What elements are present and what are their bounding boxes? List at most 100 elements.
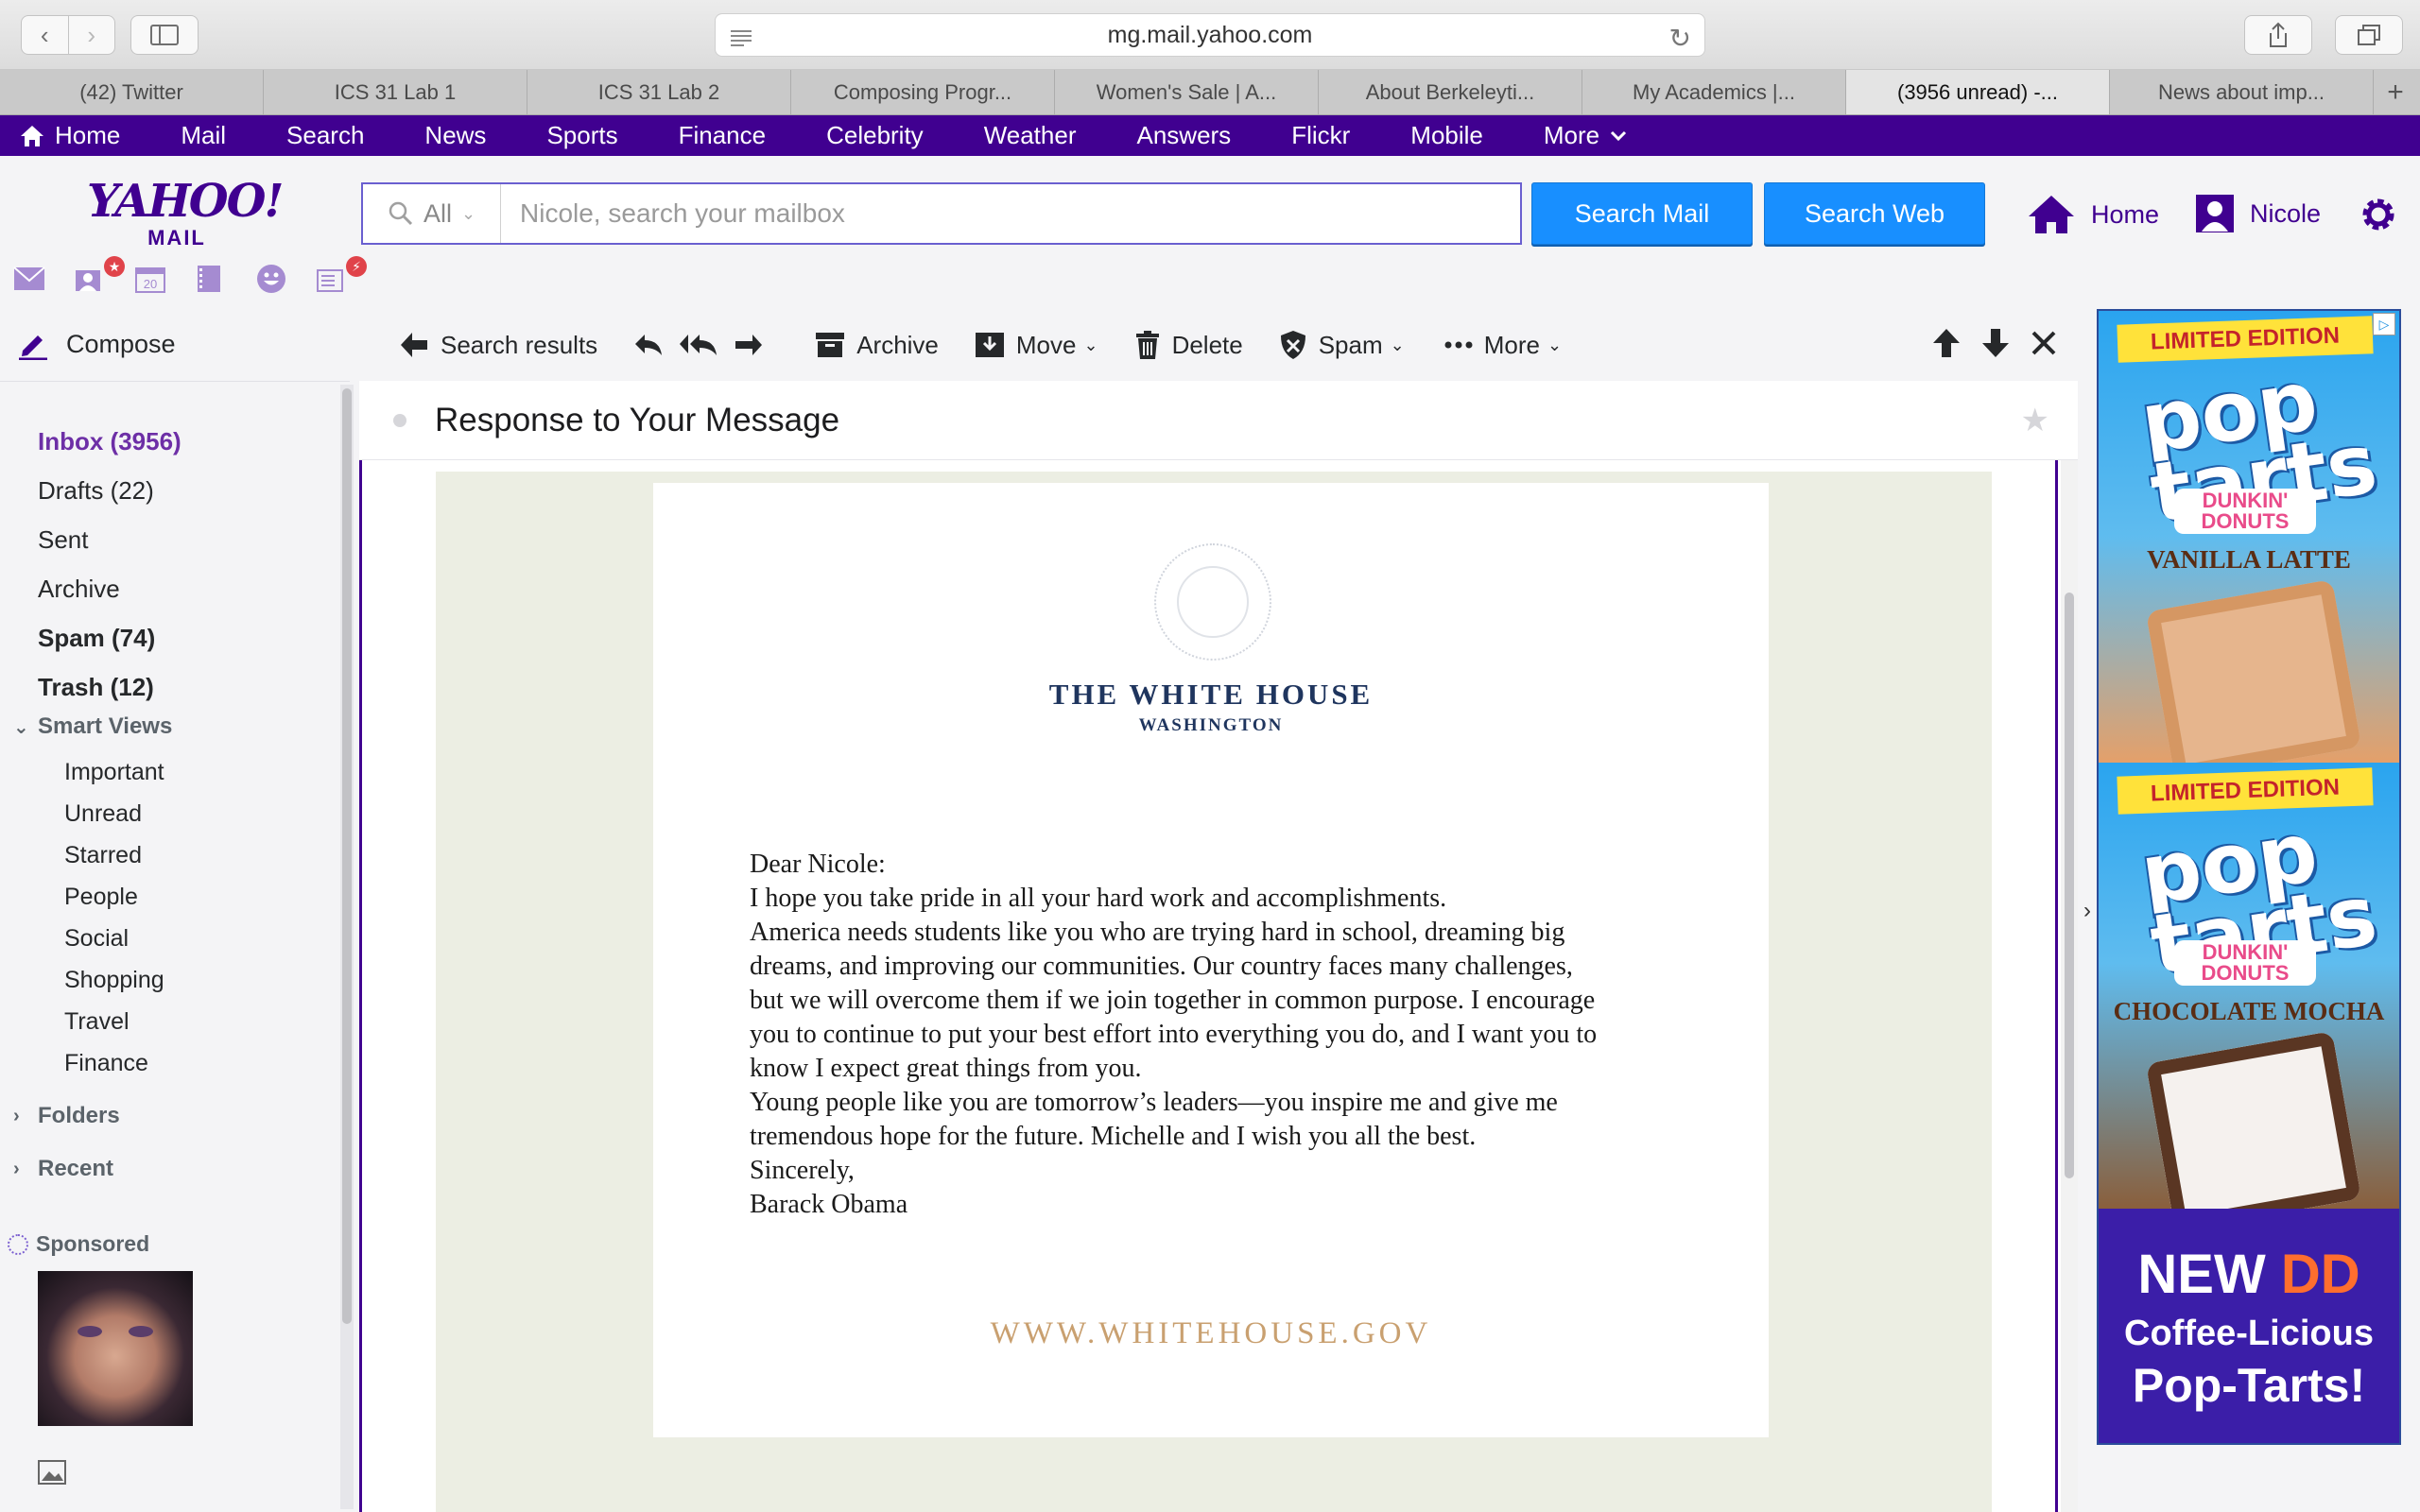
home-icon [21, 125, 43, 146]
show-tabs-icon[interactable] [2335, 15, 2403, 55]
search-box: All ⌄ [361, 182, 1522, 245]
reload-icon[interactable]: ↻ [1669, 23, 1691, 54]
smart-view-unread[interactable]: Unread [64, 793, 164, 834]
archive-button[interactable]: Archive [815, 331, 939, 360]
move-icon [975, 333, 1004, 357]
search-mail-button[interactable]: Search Mail [1531, 182, 1753, 245]
header-home-link[interactable]: Home [2027, 194, 2159, 235]
search-web-button[interactable]: Search Web [1764, 182, 1985, 245]
nav-celebrity[interactable]: Celebrity [826, 121, 924, 150]
search-input[interactable] [501, 198, 1520, 229]
smart-views-toggle[interactable]: ⌄ Smart Views [13, 713, 172, 740]
nav-answers[interactable]: Answers [1136, 121, 1231, 150]
folder-inbox[interactable]: Inbox (3956) [38, 417, 340, 466]
letter-line: I hope you take pride in all your hard w… [750, 884, 1447, 913]
ad-partner-line: DONUTS [2201, 961, 2290, 985]
nav-sports[interactable]: Sports [546, 121, 617, 150]
more-dropdown[interactable]: More ⌄ [1444, 331, 1562, 360]
message-nav-controls [1932, 328, 2057, 358]
arrow-up-icon[interactable] [1932, 328, 1961, 358]
tab-ics31-lab2[interactable]: ICS 31 Lab 2 [527, 70, 791, 114]
new-tab-button[interactable]: + [2374, 70, 2417, 114]
tab-berkeleytime[interactable]: About Berkeleyti... [1319, 70, 1582, 114]
notification-badge: ⚡ [346, 256, 367, 277]
scrollbar-thumb[interactable] [342, 388, 352, 1324]
folder-sent[interactable]: Sent [38, 515, 340, 564]
contacts-app-icon[interactable]: ★ [74, 256, 134, 300]
home-icon [2029, 196, 2074, 233]
folder-spam[interactable]: Spam (74) [38, 613, 340, 662]
delete-label: Delete [1171, 330, 1243, 359]
tab-composing[interactable]: Composing Progr... [791, 70, 1055, 114]
nav-finance[interactable]: Finance [679, 121, 767, 150]
adchoices-icon[interactable]: ▷ [2373, 313, 2395, 335]
nav-flickr[interactable]: Flickr [1291, 121, 1350, 150]
spam-dropdown[interactable]: Spam ⌄ [1279, 330, 1405, 360]
smart-view-people[interactable]: People [64, 876, 164, 918]
back-to-search-results[interactable]: Search results [399, 331, 597, 360]
tab-news[interactable]: News about imp... [2110, 70, 2374, 114]
sidebar-scrollbar[interactable] [340, 385, 354, 1509]
ad-banner-text: LIMITED EDITION [2117, 767, 2374, 815]
tab-womens-sale[interactable]: Women's Sale | A... [1055, 70, 1319, 114]
nav-more[interactable]: More [1544, 121, 1628, 150]
nav-news[interactable]: News [424, 121, 486, 150]
yahoo-mail-logo[interactable]: YAHOO! MAIL [87, 179, 284, 250]
tab-yahoo-mail[interactable]: (3956 unread) -... [1846, 70, 2110, 114]
advertisement[interactable]: LIMITED EDITION pop tarts DUNKIN' DONUTS V… [2097, 309, 2401, 1445]
smart-view-social[interactable]: Social [64, 918, 164, 959]
message-scrollbar[interactable] [2061, 460, 2078, 1512]
calendar-app-icon[interactable]: 20 [134, 258, 195, 300]
folder-archive[interactable]: Archive [38, 564, 340, 613]
reader-icon[interactable] [729, 26, 753, 54]
share-icon[interactable] [2244, 15, 2312, 55]
letter-line: dreams, and improving our communities. O… [750, 952, 1573, 981]
back-icon[interactable]: ‹ [22, 16, 68, 54]
ad-panel: LIMITED EDITION pop tarts DUNKIN' DONUTS C… [2099, 763, 2399, 1231]
folder-trash[interactable]: Trash (12) [38, 662, 340, 712]
forward-button[interactable] [734, 333, 775, 357]
folder-drafts[interactable]: Drafts (22) [38, 466, 340, 515]
smart-view-travel[interactable]: Travel [64, 1001, 164, 1042]
mail-app-icon[interactable] [13, 258, 74, 300]
nav-mobile[interactable]: Mobile [1410, 121, 1483, 150]
read-status-dot[interactable] [393, 413, 406, 427]
delete-button[interactable]: Delete [1134, 330, 1243, 360]
smart-view-finance[interactable]: Finance [64, 1042, 164, 1084]
move-dropdown[interactable]: Move ⌄ [975, 331, 1098, 360]
smart-view-shopping[interactable]: Shopping [64, 959, 164, 1001]
reply-button[interactable] [633, 333, 675, 357]
smart-view-starred[interactable]: Starred [64, 834, 164, 876]
image-icon[interactable] [38, 1460, 66, 1489]
tab-my-academics[interactable]: My Academics |... [1582, 70, 1846, 114]
folders-toggle[interactable]: › Folders [13, 1103, 120, 1129]
header-user-link[interactable]: Nicole [2195, 194, 2321, 233]
chevron-right-icon[interactable]: › [2078, 309, 2097, 1512]
tab-ics31-lab1[interactable]: ICS 31 Lab 1 [264, 70, 527, 114]
address-bar[interactable]: mg.mail.yahoo.com ↻ [715, 13, 1705, 57]
sponsored-image[interactable] [38, 1271, 193, 1426]
tab-twitter[interactable]: (42) Twitter [0, 70, 264, 114]
search-scope-dropdown[interactable]: All ⌄ [363, 184, 501, 243]
nav-weather[interactable]: Weather [984, 121, 1077, 150]
close-icon[interactable] [2031, 330, 2057, 356]
nav-home[interactable]: Home [19, 121, 120, 150]
gear-icon[interactable] [2358, 194, 2399, 240]
nav-mail[interactable]: Mail [181, 121, 226, 150]
reply-icon [635, 335, 663, 355]
compose-button[interactable]: Compose [17, 328, 176, 360]
smart-view-important[interactable]: Important [64, 751, 164, 793]
nav-search[interactable]: Search [286, 121, 364, 150]
scrollbar-thumb[interactable] [2065, 593, 2074, 1178]
sponsored-icon [8, 1233, 28, 1255]
newsfeed-app-icon[interactable]: ⚡ [316, 256, 376, 300]
shield-icon [1280, 331, 1305, 359]
sidebar-toggle-icon[interactable] [130, 15, 199, 55]
messenger-app-icon[interactable] [255, 258, 316, 300]
recent-toggle[interactable]: › Recent [13, 1156, 113, 1182]
forward-icon[interactable]: › [67, 16, 115, 54]
star-icon[interactable]: ★ [2021, 402, 2049, 439]
reply-all-button[interactable] [679, 333, 730, 357]
arrow-down-icon[interactable] [1981, 328, 2010, 358]
notepad-app-icon[interactable] [195, 258, 255, 300]
